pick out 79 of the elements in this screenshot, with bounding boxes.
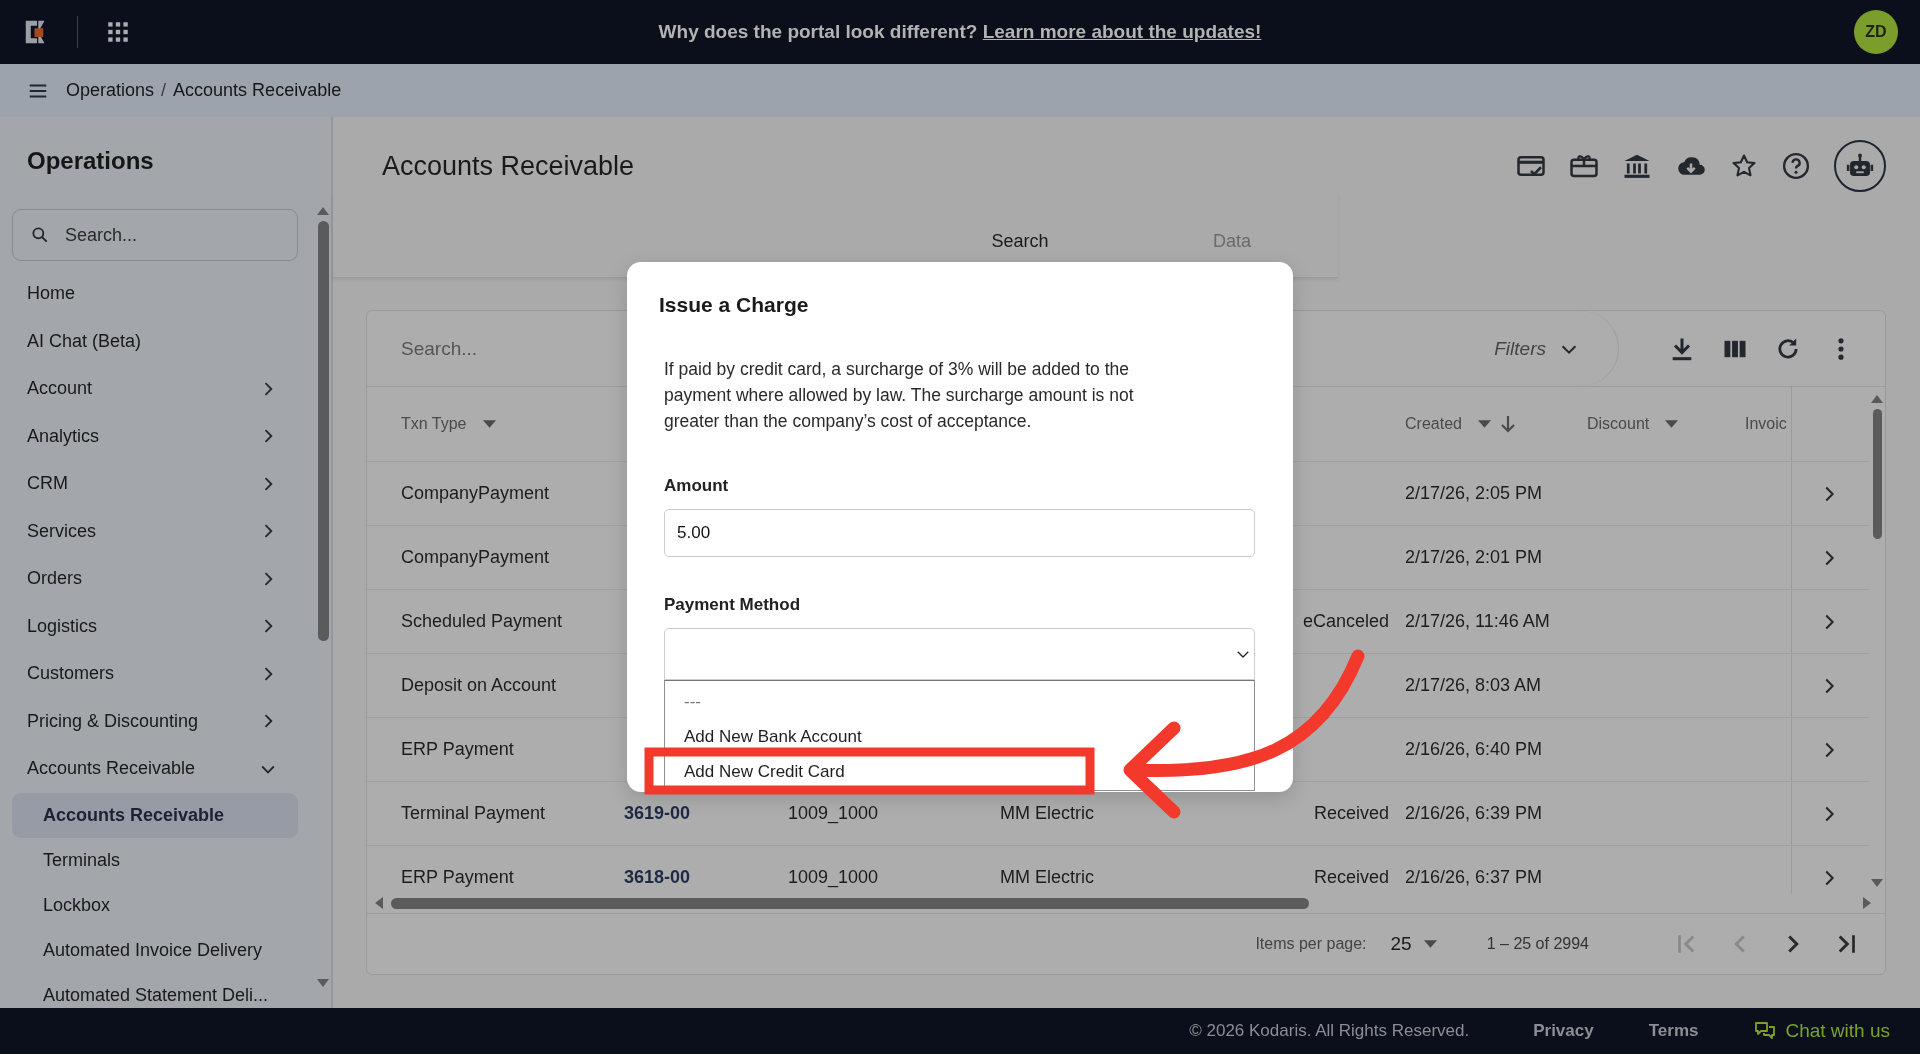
table-cell: CompanyPayment xyxy=(401,483,550,504)
sidebar-item[interactable]: Account xyxy=(12,365,298,413)
dropdown-option[interactable]: Add New Bank Account xyxy=(684,728,862,747)
table-cell: ERP Payment xyxy=(401,739,514,760)
help-icon[interactable] xyxy=(1781,151,1811,181)
search-field[interactable]: Search... xyxy=(12,209,298,261)
table-cell: 2/16/26, 6:37 PM xyxy=(1405,867,1543,888)
table-cell: eCanceled xyxy=(1302,611,1389,632)
sidebar-item[interactable]: Analytics xyxy=(12,412,298,460)
select-field[interactable] xyxy=(664,628,1255,680)
avatar[interactable]: ZD xyxy=(1854,10,1898,54)
field-label: Payment Method xyxy=(664,595,802,616)
field-label: Amount xyxy=(664,476,730,497)
table-cell: 2/17/26, 11:46 AM xyxy=(1405,611,1550,632)
items-per-page-label: Items per page: xyxy=(1255,935,1367,953)
page-range: 1 – 25 of 2994 xyxy=(1486,935,1589,953)
search-icon xyxy=(30,225,50,245)
page-size-select[interactable]: 25 xyxy=(1390,933,1437,955)
dropdown-option[interactable]: --- xyxy=(684,693,701,712)
sidebar-subitem[interactable]: Accounts Receivable xyxy=(12,792,298,838)
caret-down-icon[interactable] xyxy=(1477,420,1491,428)
breadcrumb-link[interactable]: Accounts Receivable xyxy=(173,80,342,101)
sidebar-item[interactable]: Home xyxy=(12,270,298,318)
copyright-text: © 2026 Kodaris. All Rights Reserved. xyxy=(1189,1021,1470,1041)
sidebar-subitem[interactable]: Terminals xyxy=(12,837,298,883)
sidebar-subitem[interactable]: Lockbox xyxy=(12,882,298,928)
caret-down-icon xyxy=(1423,940,1437,948)
column-header[interactable]: Txn Type xyxy=(401,415,467,433)
sidebar-subitem[interactable]: Automated Invoice Delivery xyxy=(12,927,298,973)
table-cell: Terminal Payment xyxy=(401,803,546,824)
table-cell: 3619-00 xyxy=(624,803,691,824)
table-cell: Scheduled Payment xyxy=(401,611,563,632)
filters-button[interactable]: Filters xyxy=(1494,311,1619,386)
input-field[interactable]: 5.00 xyxy=(664,509,1255,557)
sidebar-item[interactable]: Customers xyxy=(12,650,298,698)
apps-grid-icon[interactable] xyxy=(105,19,131,45)
breadcrumb-separator: / xyxy=(161,80,167,101)
caret-down-icon[interactable] xyxy=(1665,420,1679,428)
sidebar-item[interactable]: CRM xyxy=(12,460,298,508)
chat-link[interactable]: Chat with us xyxy=(1753,1019,1890,1043)
column-header[interactable]: Discount xyxy=(1587,415,1650,433)
table-cell: MM Electric xyxy=(1000,803,1094,824)
table-cell: CompanyPayment xyxy=(401,547,550,568)
sidebar-subitem[interactable]: Automated Statement Deli... xyxy=(12,972,298,1008)
sidebar-item[interactable]: Pricing & Discounting xyxy=(12,697,298,745)
sidebar-item[interactable]: Accounts Receivable xyxy=(12,745,298,793)
table-cell: 2/16/26, 6:40 PM xyxy=(1405,739,1543,760)
notice-text: If paid by credit card, a surcharge of 3% will be added to the payment where allowed by law. The surcharge amount is not greater than the company’s cost of acceptance. xyxy=(664,358,1135,433)
table-cell: 3618-00 xyxy=(624,867,691,888)
footer-link[interactable]: Terms xyxy=(1648,1021,1699,1041)
sidebar-title: Operations xyxy=(27,146,155,176)
banner-text: Why does the portal look different? Learn more about the updates! xyxy=(658,21,1262,43)
table-cell: ERP Payment xyxy=(401,867,514,888)
table-cell: 1009_1000 xyxy=(788,803,879,824)
assistant-button[interactable] xyxy=(1834,140,1886,192)
table-cell: Received xyxy=(1313,867,1389,888)
table-cell: MM Electric xyxy=(1000,867,1094,888)
table-cell: 2/17/26, 2:01 PM xyxy=(1405,547,1543,568)
table-cell: 2/17/26, 2:05 PM xyxy=(1405,483,1543,504)
table-cell: Received xyxy=(1313,803,1389,824)
footer-link[interactable]: Privacy xyxy=(1533,1021,1594,1041)
dialog-title: Issue a Charge xyxy=(659,293,810,318)
sidebar-item[interactable]: Logistics xyxy=(12,602,298,650)
column-header[interactable]: Created xyxy=(1405,415,1462,433)
sidebar-item[interactable]: AI Chat (Beta) xyxy=(12,317,298,365)
caret-down-icon[interactable] xyxy=(482,420,496,428)
link[interactable]: Learn more about the updates! xyxy=(982,21,1262,42)
table-cell: 1009_1000 xyxy=(788,867,879,888)
table-cell: 2/17/26, 8:03 AM xyxy=(1405,675,1542,696)
column-header[interactable]: Invoic xyxy=(1745,415,1787,433)
dropdown-option[interactable]: Add New Credit Card xyxy=(684,763,845,782)
sort-descending-icon[interactable] xyxy=(1500,415,1515,433)
table-cell: 2/16/26, 6:39 PM xyxy=(1405,803,1543,824)
page-title: Accounts Receivable xyxy=(382,150,635,182)
search-field[interactable]: Search... xyxy=(399,336,703,361)
sidebar-item[interactable]: Services xyxy=(12,507,298,555)
sidebar-item[interactable]: Orders xyxy=(12,555,298,603)
table-cell: Deposit on Account xyxy=(401,675,557,696)
breadcrumb-link[interactable]: Operations xyxy=(66,80,155,101)
